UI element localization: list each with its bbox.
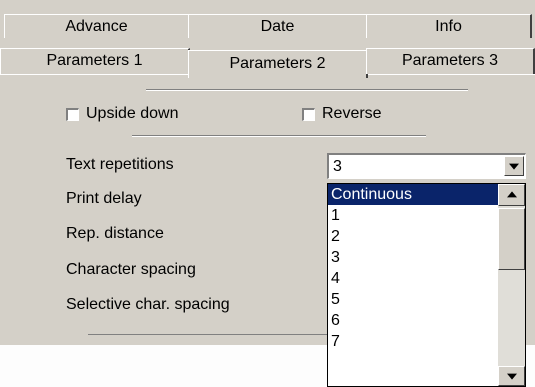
text-repetitions-label: Text repetitions <box>66 156 174 173</box>
separator-top-highlight <box>146 90 468 91</box>
option-6[interactable]: 6 <box>328 310 498 331</box>
reverse-label: Reverse <box>322 105 382 122</box>
reverse-checkbox-box[interactable] <box>302 107 315 121</box>
text-repetitions-dropdown-list[interactable]: Continuous 1 2 3 4 5 6 7 <box>327 183 526 387</box>
scroll-up-button[interactable] <box>498 184 525 206</box>
text-repetitions-value: 3 <box>333 158 342 175</box>
tab-parameters-3-label: Parameters 3 <box>401 52 499 69</box>
tab-parameters-3[interactable]: Parameters 3 <box>366 48 535 74</box>
reverse-checkbox[interactable]: Reverse <box>302 105 382 123</box>
tab-strip-edge <box>0 74 188 75</box>
tab-info-label: Info <box>435 18 462 35</box>
option-4[interactable]: 4 <box>328 268 498 289</box>
tab-strip-edge-right <box>368 74 535 75</box>
upside-down-checkbox[interactable]: Upside down <box>66 105 179 123</box>
selective-char-spacing-label: Selective char. spacing <box>66 296 230 313</box>
scroll-thumb[interactable] <box>498 208 525 270</box>
option-5[interactable]: 5 <box>328 289 498 310</box>
dropdown-scrollbar[interactable] <box>498 184 525 386</box>
print-delay-label: Print delay <box>66 190 142 207</box>
tab-parameters-2[interactable]: Parameters 2 <box>188 50 368 78</box>
chevron-down-icon <box>509 163 519 170</box>
option-2[interactable]: 2 <box>328 226 498 247</box>
tab-advance-label: Advance <box>65 18 128 35</box>
arrow-down-icon <box>506 373 517 380</box>
option-3[interactable]: 3 <box>328 247 498 268</box>
rep-distance-label: Rep. distance <box>66 225 164 242</box>
tab-date[interactable]: Date <box>188 14 368 38</box>
dropdown-button[interactable] <box>504 156 524 176</box>
text-repetitions-select[interactable]: 3 <box>327 153 526 179</box>
tab-parameters-1[interactable]: Parameters 1 <box>0 48 190 74</box>
dropdown-options: Continuous 1 2 3 4 5 6 7 <box>328 184 498 352</box>
tab-parameters-1-label: Parameters 1 <box>46 52 143 69</box>
option-1[interactable]: 1 <box>328 205 498 226</box>
tab-info[interactable]: Info <box>366 14 532 38</box>
character-spacing-label: Character spacing <box>66 261 196 278</box>
scroll-down-button[interactable] <box>498 366 525 386</box>
upside-down-label: Upside down <box>86 105 179 122</box>
tab-parameters-2-label: Parameters 2 <box>229 55 326 72</box>
arrow-up-icon <box>506 191 517 198</box>
separator-middle-highlight <box>132 136 426 137</box>
option-7[interactable]: 7 <box>328 331 498 352</box>
upside-down-checkbox-box[interactable] <box>66 107 79 121</box>
separator-bottom <box>88 334 328 335</box>
tab-advance[interactable]: Advance <box>4 14 190 38</box>
tab-date-label: Date <box>260 18 295 35</box>
option-continuous[interactable]: Continuous <box>328 184 498 205</box>
